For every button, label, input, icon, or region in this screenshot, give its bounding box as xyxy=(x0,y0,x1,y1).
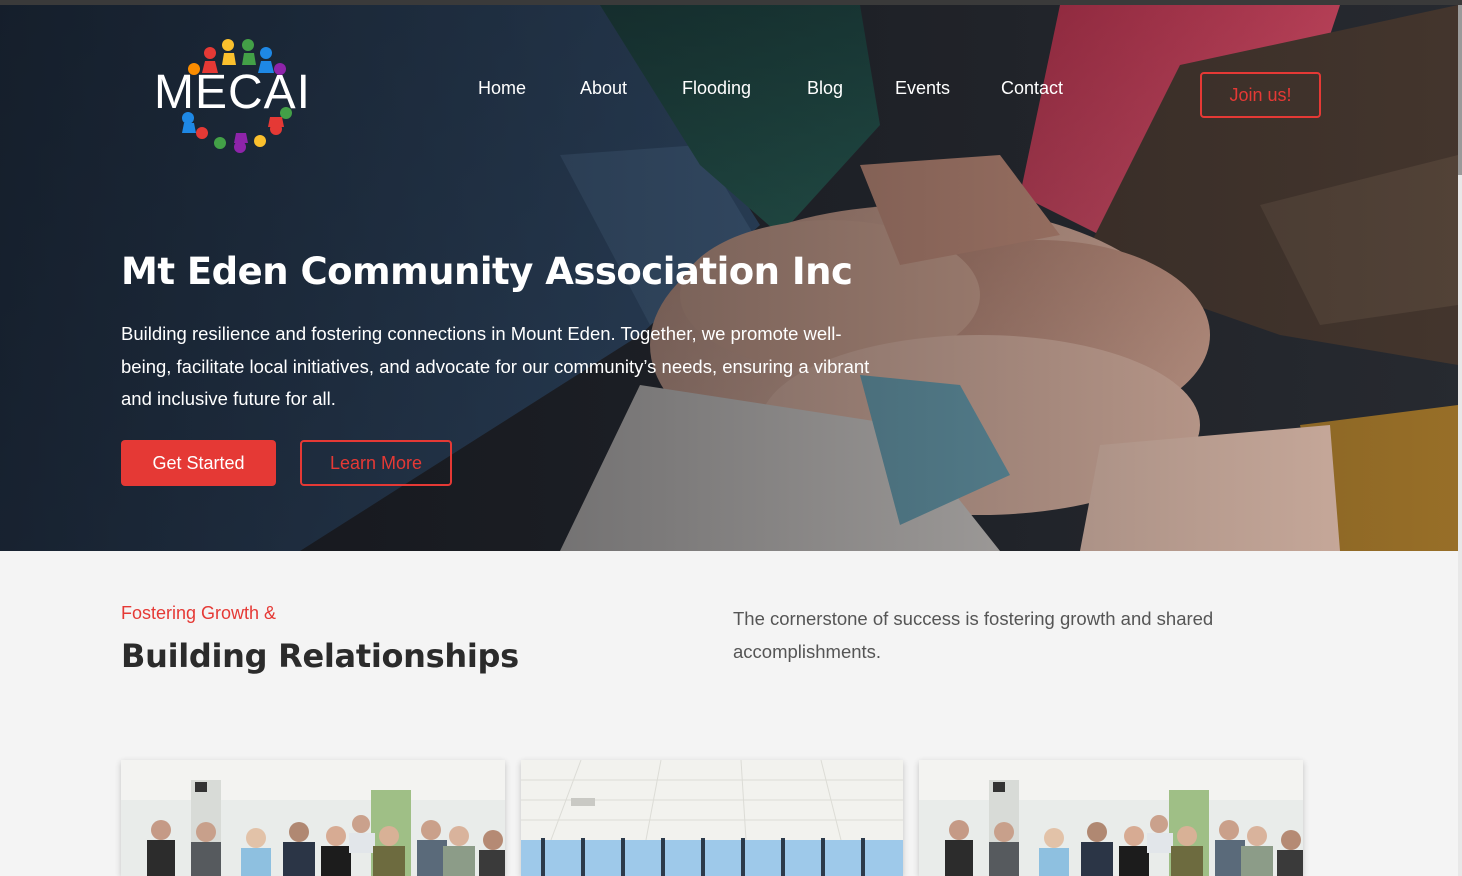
group-photo-image xyxy=(121,760,505,876)
card-image-3[interactable] xyxy=(919,760,1303,876)
section-title: Building Relationships xyxy=(121,637,519,675)
group-photo-image xyxy=(919,760,1303,876)
nav-item-contact[interactable]: Contact xyxy=(1001,78,1063,99)
card-image-2[interactable] xyxy=(521,760,903,876)
learn-more-button[interactable]: Learn More xyxy=(300,440,452,486)
hero-description: Building resilience and fostering connec… xyxy=(121,323,870,409)
nav-item-blog[interactable]: Blog xyxy=(807,78,843,99)
nav-item-about[interactable]: About xyxy=(580,78,627,99)
section-eyebrow: Fostering Growth & xyxy=(121,603,277,623)
scrollbar-thumb[interactable] xyxy=(1458,5,1462,175)
brand-name: MECAI xyxy=(154,66,312,119)
section-description: The cornerstone of success is fostering … xyxy=(733,608,1214,662)
hero-title: Mt Eden Community Association Inc xyxy=(121,250,853,293)
nav-item-home[interactable]: Home xyxy=(478,78,526,99)
page-scrollbar[interactable] xyxy=(1458,5,1462,876)
get-started-button[interactable]: Get Started xyxy=(121,440,276,486)
join-us-button[interactable]: Join us! xyxy=(1200,72,1321,118)
nav-item-flooding[interactable]: Flooding xyxy=(682,78,751,99)
card-image-1[interactable] xyxy=(121,760,505,876)
logo[interactable]: MECAI xyxy=(150,33,325,158)
meeting-room-image xyxy=(521,760,903,876)
nav-item-events[interactable]: Events xyxy=(895,78,950,99)
